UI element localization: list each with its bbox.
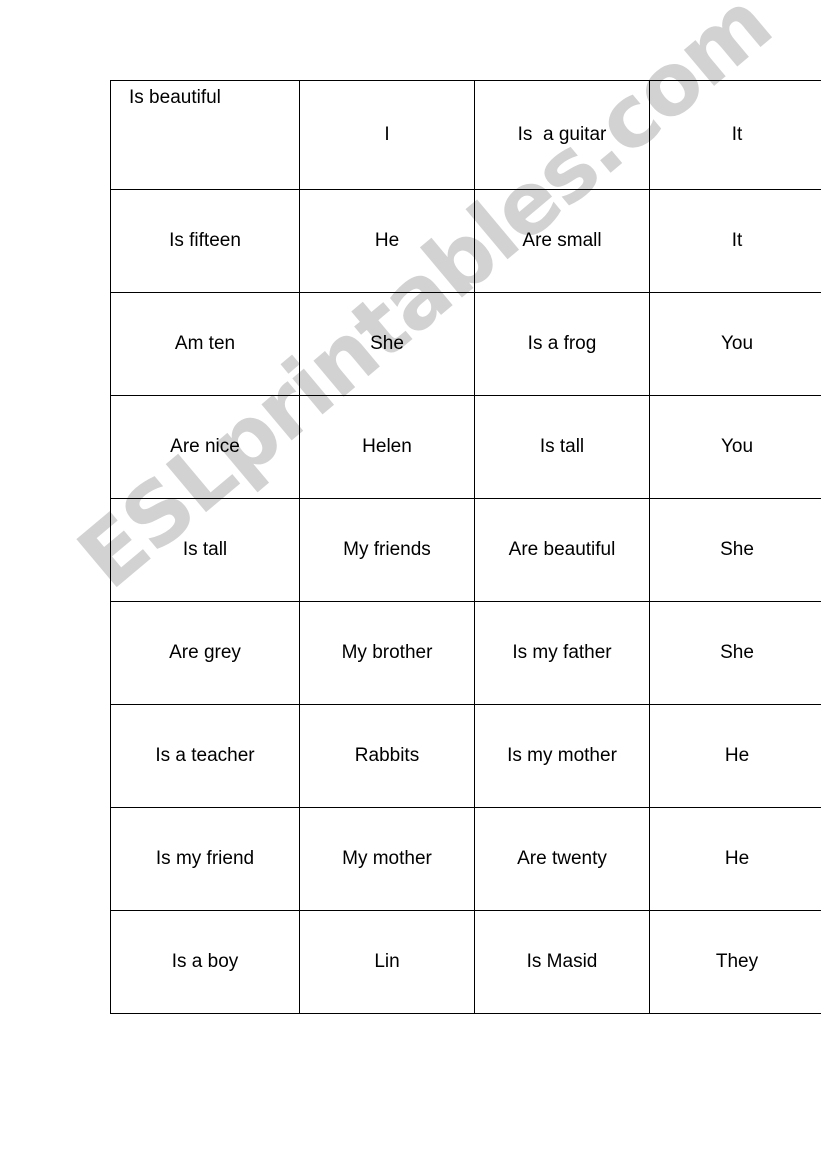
cell-text: My mother <box>342 848 432 870</box>
cell-text: Are twenty <box>517 848 607 870</box>
cell-text: Is a boy <box>171 951 239 973</box>
cell-text: Is a guitar <box>517 124 607 146</box>
table-cell[interactable]: It <box>649 80 821 190</box>
table-cell[interactable]: Am ten <box>110 292 300 396</box>
cell-text: It <box>731 124 743 146</box>
cell-text: She <box>370 333 404 355</box>
table-cell[interactable]: It <box>649 189 821 293</box>
table-cell[interactable]: My brother <box>299 601 475 705</box>
cell-text: They <box>715 951 759 973</box>
cell-text: Is fifteen <box>169 230 241 252</box>
cell-text: He <box>724 745 750 767</box>
table-cell[interactable]: Is Masid <box>474 910 650 1014</box>
cell-text: Are grey <box>169 642 241 664</box>
table-cell[interactable]: Is a teacher <box>110 704 300 808</box>
cell-text: Rabbits <box>354 745 420 767</box>
table-cell[interactable]: She <box>649 601 821 705</box>
table-cell[interactable]: Are twenty <box>474 807 650 911</box>
cell-text: Is Masid <box>526 951 598 973</box>
table-cell[interactable]: Helen <box>299 395 475 499</box>
cell-text: Is my father <box>512 642 612 664</box>
table-row: Is tall My friends Are beautiful She <box>110 498 821 602</box>
table-cell[interactable]: You <box>649 292 821 396</box>
table-row: Is a teacher Rabbits Is my mother He <box>110 704 821 808</box>
table-cell[interactable]: Are beautiful <box>474 498 650 602</box>
table-cell[interactable]: She <box>299 292 475 396</box>
cell-text: Am ten <box>174 333 236 355</box>
cell-text: Is my mother <box>507 745 617 767</box>
table-cell[interactable]: She <box>649 498 821 602</box>
table-cell[interactable]: Is a frog <box>474 292 650 396</box>
cell-text: She <box>720 539 754 561</box>
cell-text: He <box>724 848 750 870</box>
table-cell[interactable]: I <box>299 80 475 190</box>
cell-text: Is beautiful <box>129 87 221 108</box>
table-cell[interactable]: Is beautiful <box>110 80 300 190</box>
table-cell[interactable]: Lin <box>299 910 475 1014</box>
cell-text: Is tall <box>539 436 585 458</box>
table-cell[interactable]: My friends <box>299 498 475 602</box>
cell-text: My friends <box>343 539 431 561</box>
cell-text: Is a teacher <box>155 745 255 767</box>
table-cell[interactable]: Rabbits <box>299 704 475 808</box>
table-cell[interactable]: Is my mother <box>474 704 650 808</box>
cell-text: I <box>384 124 390 146</box>
worksheet-page: ESLprintables.com Is beautiful I Is a gu… <box>0 0 821 1169</box>
cell-text: It <box>731 230 743 252</box>
cell-text: He <box>374 230 400 252</box>
sentence-matching-table: Is beautiful I Is a guitar It Is fifteen… <box>110 80 821 1014</box>
cell-text: She <box>720 642 754 664</box>
table-row: Am ten She Is a frog You <box>110 292 821 396</box>
table-cell[interactable]: Are grey <box>110 601 300 705</box>
cell-text: Are beautiful <box>508 539 616 561</box>
cell-text: Is my friend <box>155 848 255 870</box>
table-cell[interactable]: He <box>649 807 821 911</box>
table-row: Are grey My brother Is my father She <box>110 601 821 705</box>
table-row: Is fifteen He Are small It <box>110 189 821 293</box>
cell-text: Is tall <box>182 539 228 561</box>
table-cell[interactable]: Is my father <box>474 601 650 705</box>
table-row: Is a boy Lin Is Masid They <box>110 910 821 1014</box>
cell-text: Lin <box>374 951 400 973</box>
table-row: Is my friend My mother Are twenty He <box>110 807 821 911</box>
cell-text: Is a frog <box>527 333 597 355</box>
table-cell[interactable]: Is fifteen <box>110 189 300 293</box>
table-cell[interactable]: Is my friend <box>110 807 300 911</box>
cell-text: You <box>720 333 754 355</box>
table-body: Is beautiful I Is a guitar It Is fifteen… <box>110 80 821 1014</box>
table-cell[interactable]: Are small <box>474 189 650 293</box>
table-cell[interactable]: My mother <box>299 807 475 911</box>
table-cell[interactable]: He <box>299 189 475 293</box>
cell-text: Helen <box>362 436 412 458</box>
cell-text: My brother <box>341 642 433 664</box>
table-cell[interactable]: Is a guitar <box>474 80 650 190</box>
table-cell[interactable]: Is tall <box>110 498 300 602</box>
cell-text: Are small <box>522 230 602 252</box>
cell-text: Are nice <box>170 436 240 458</box>
table-cell[interactable]: Is a boy <box>110 910 300 1014</box>
table-cell[interactable]: Is tall <box>474 395 650 499</box>
cell-text: You <box>720 436 754 458</box>
table-row: Is beautiful I Is a guitar It <box>110 80 821 190</box>
table-cell[interactable]: They <box>649 910 821 1014</box>
table-cell[interactable]: He <box>649 704 821 808</box>
table-cell[interactable]: Are nice <box>110 395 300 499</box>
table-cell[interactable]: You <box>649 395 821 499</box>
table-row: Are nice Helen Is tall You <box>110 395 821 499</box>
